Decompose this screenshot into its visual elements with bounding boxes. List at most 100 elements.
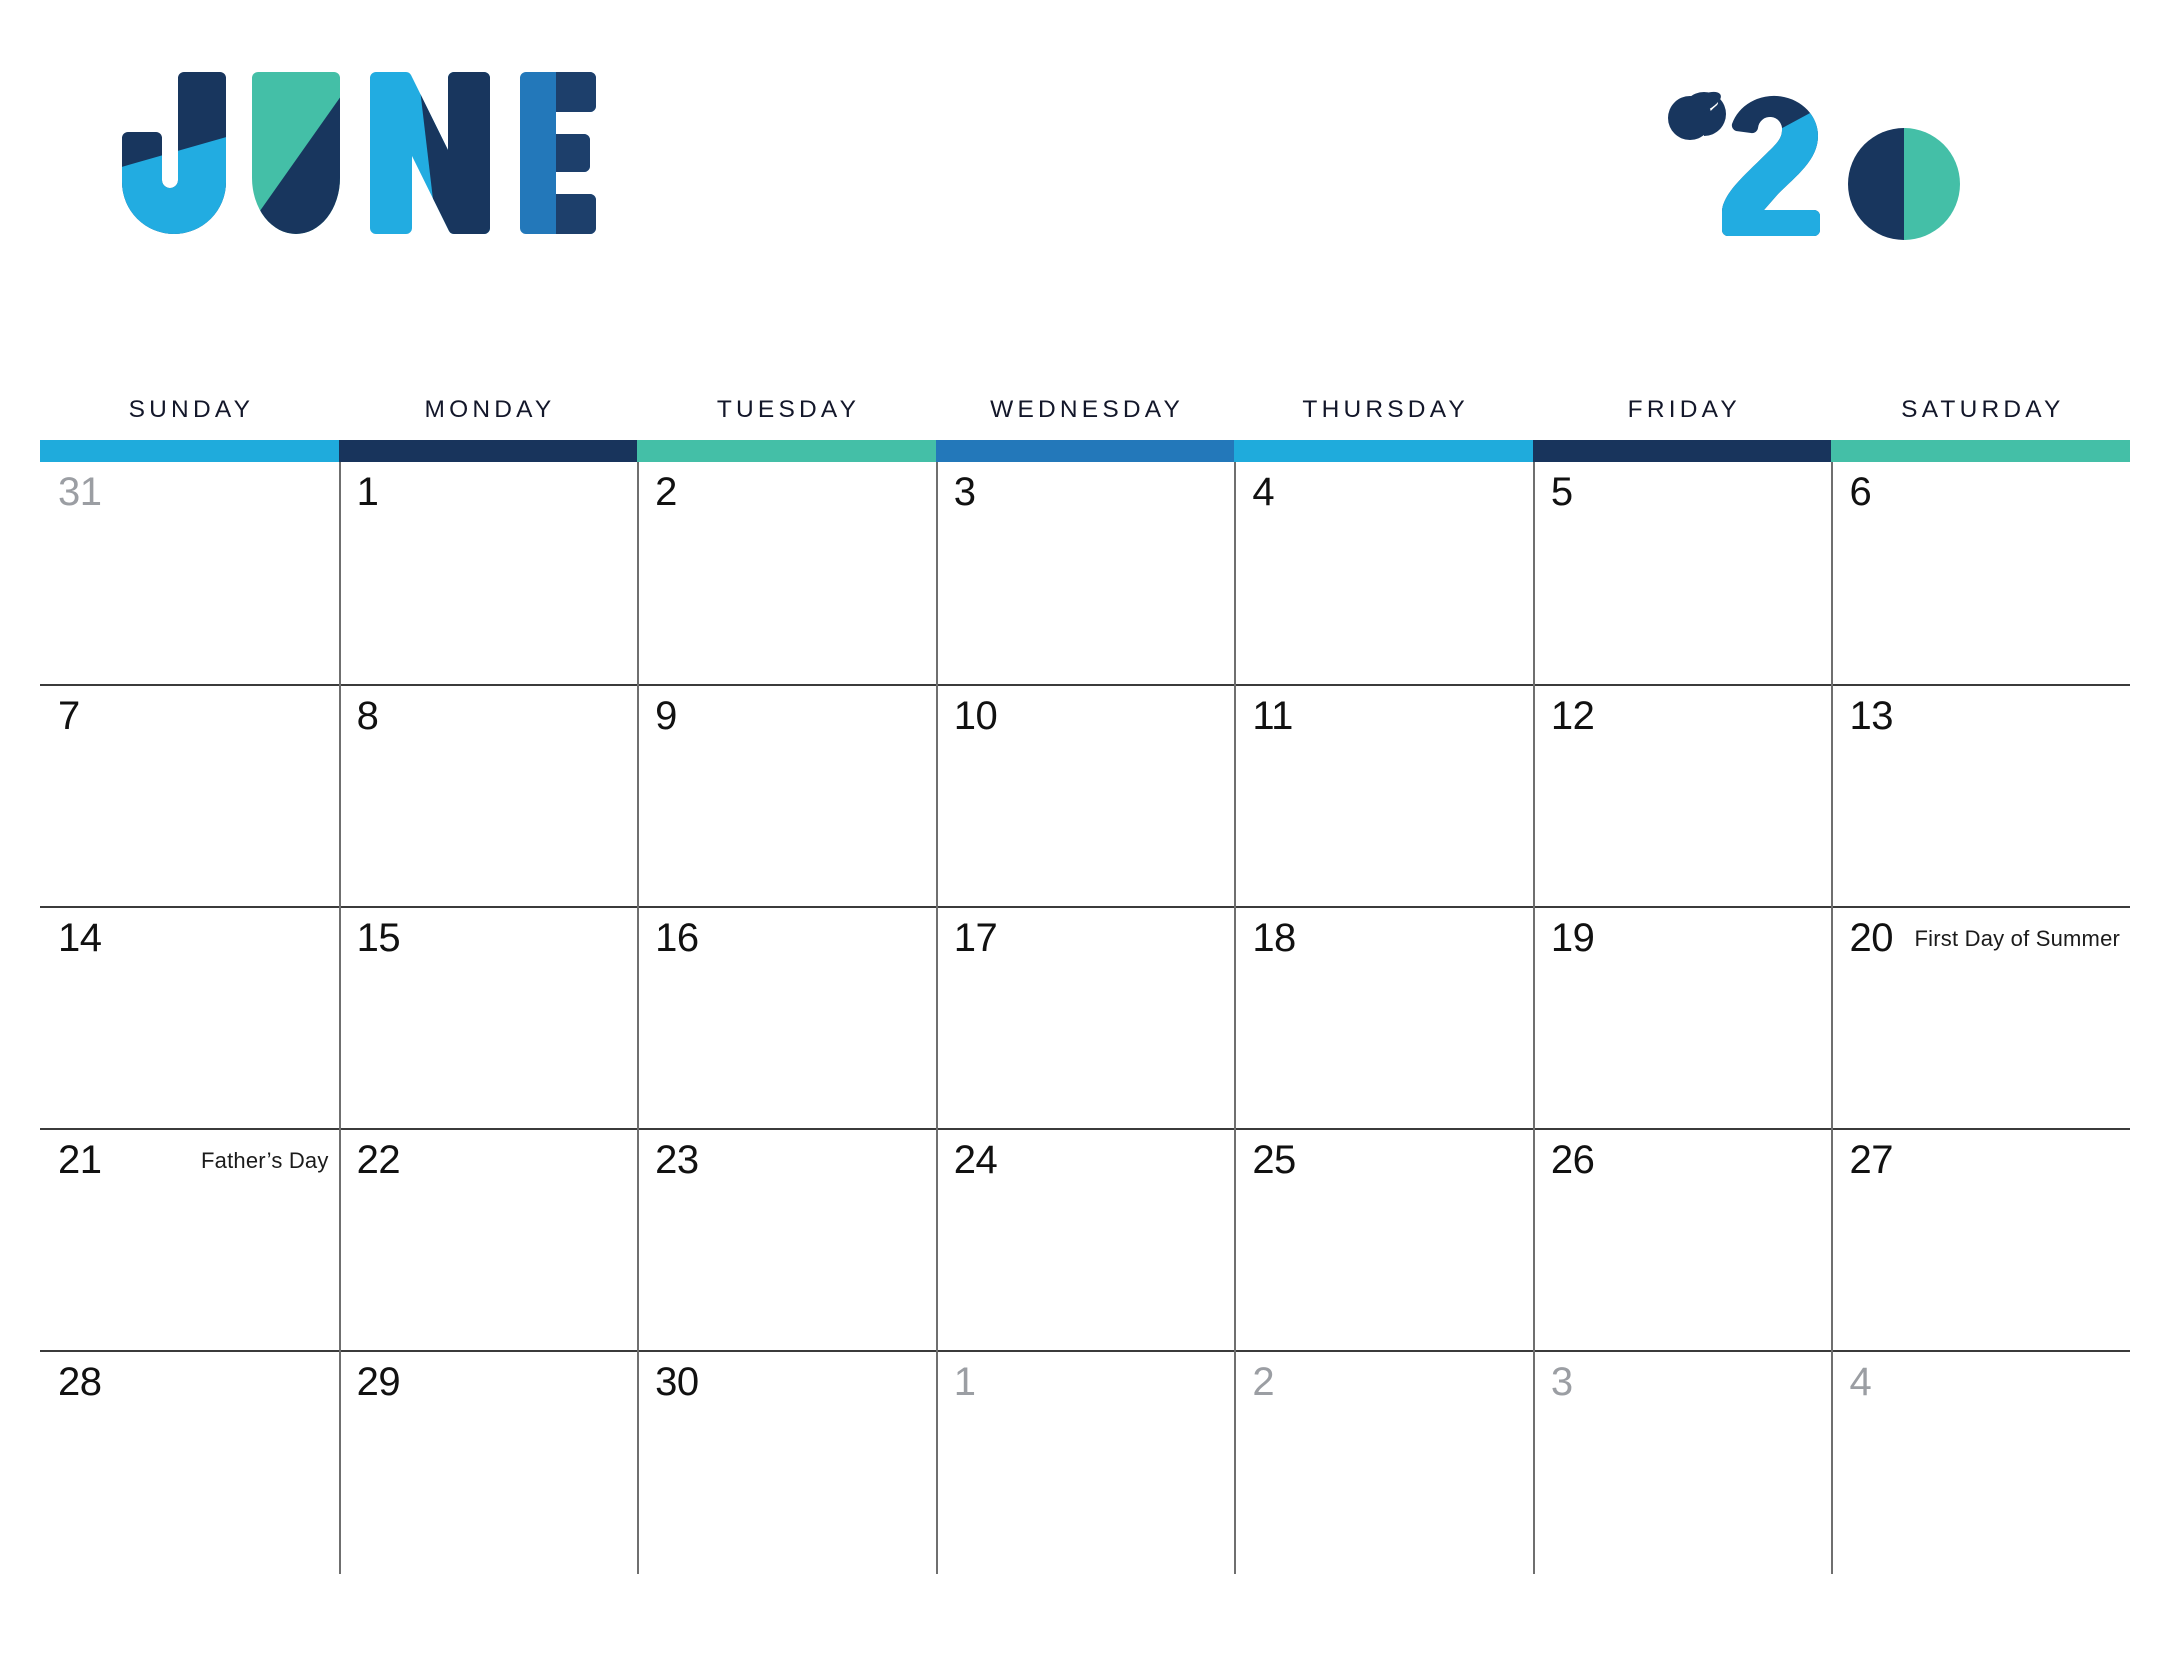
apostrophe-glyph — [1668, 91, 1726, 140]
day-cell[interactable]: 10 — [935, 658, 1235, 908]
day-number: 11 — [1252, 694, 1293, 738]
letter-N — [370, 72, 490, 234]
weekday-label-sunday: SUNDAY — [128, 396, 255, 423]
year-title-artwork — [1668, 91, 1960, 240]
day-number: 18 — [1252, 916, 1296, 960]
day-cell[interactable]: 28 — [40, 1352, 339, 1572]
day-cell[interactable]: 24 — [935, 1102, 1235, 1352]
day-number: 1 — [953, 1360, 976, 1404]
day-cell[interactable]: 29 — [338, 1324, 638, 1574]
day-number: 19 — [1550, 916, 1595, 960]
day-cell[interactable]: 7 — [40, 686, 339, 906]
year-title — [1668, 72, 1968, 247]
weekday-header-row: SUNDAY MONDAY TUESDAY WEDNESDAY THURSDAY… — [40, 396, 2130, 436]
day-number: 31 — [58, 470, 102, 514]
day-cell[interactable]: 26 — [1532, 1102, 1832, 1352]
week-row: 28 29 30 1 2 3 4 — [40, 1324, 2130, 1574]
weekday-label-tuesday: TUESDAY — [716, 396, 861, 423]
day-number: 14 — [58, 916, 102, 960]
day-event: Father’s Day — [201, 1148, 329, 1173]
color-swatch-monday — [338, 440, 638, 462]
day-number: 2 — [655, 470, 677, 514]
day-cell[interactable]: 1 — [338, 462, 638, 686]
month-title — [118, 72, 598, 247]
weekday-color-bar — [40, 440, 2131, 462]
day-cell[interactable]: 16 — [637, 880, 936, 1130]
day-number: 3 — [953, 470, 976, 514]
day-number: 10 — [953, 694, 998, 738]
weekday-label-wednesday: WEDNESDAY — [990, 396, 1185, 423]
color-swatch-thursday — [1234, 440, 1533, 462]
week-row: 14 15 16 17 18 19 20 First Day of Summer — [40, 880, 2130, 1130]
digit-0 — [1848, 128, 1960, 240]
day-cell[interactable]: 18 — [1234, 880, 1533, 1130]
day-number: 8 — [356, 694, 379, 738]
calendar-page: SUNDAY MONDAY TUESDAY WEDNESDAY THURSDAY… — [0, 0, 2176, 1664]
color-swatch-friday — [1532, 440, 1832, 462]
day-cell[interactable]: 23 — [637, 1102, 936, 1352]
day-number: 5 — [1550, 470, 1573, 514]
day-cell[interactable]: 9 — [637, 658, 936, 908]
day-number: 4 — [1252, 470, 1275, 514]
day-cell[interactable]: 20 First Day of Summer — [1831, 880, 2130, 1130]
day-number: 2 — [1252, 1360, 1275, 1404]
day-cell[interactable]: 21 Father’s Day — [40, 1130, 339, 1350]
masthead — [0, 0, 2176, 390]
day-cell[interactable]: 2 — [1234, 1324, 1533, 1574]
day-number: 26 — [1550, 1138, 1595, 1182]
day-number: 13 — [1849, 694, 1893, 738]
day-cell[interactable]: 14 — [40, 908, 339, 1128]
day-cell[interactable]: 31 — [40, 462, 339, 684]
weekday-label-thursday: THURSDAY — [1302, 396, 1469, 423]
day-cell[interactable]: 22 — [338, 1102, 638, 1352]
day-number: 6 — [1849, 470, 1872, 514]
week-row: 21 Father’s Day 22 23 24 25 26 27 — [40, 1102, 2130, 1352]
day-number: 20 — [1849, 916, 1893, 960]
day-cell[interactable]: 12 — [1532, 658, 1832, 908]
day-cell[interactable]: 25 — [1234, 1102, 1533, 1352]
weekday-label-saturday: SATURDAY — [1901, 396, 2065, 423]
day-number: 3 — [1550, 1360, 1573, 1404]
day-number: 15 — [356, 916, 401, 960]
day-number: 21 — [58, 1138, 102, 1182]
day-cell[interactable]: 15 — [338, 880, 638, 1130]
day-number: 27 — [1849, 1138, 1893, 1182]
day-cell[interactable]: 4 — [1234, 462, 1533, 686]
day-cell[interactable]: 17 — [935, 880, 1235, 1130]
letter-J — [122, 72, 226, 234]
week-row: 31 1 2 3 4 5 6 — [40, 462, 2130, 686]
day-number: 22 — [356, 1138, 401, 1182]
day-cell[interactable]: 4 — [1831, 1324, 2130, 1574]
day-number: 4 — [1849, 1360, 1872, 1404]
week-row: 7 8 9 10 11 12 13 — [40, 658, 2130, 908]
day-cell[interactable]: 3 — [935, 462, 1235, 686]
day-number: 1 — [356, 470, 379, 514]
day-cell[interactable]: 6 — [1831, 462, 2130, 686]
day-cell[interactable]: 27 — [1831, 1102, 2130, 1352]
month-title-artwork — [122, 72, 596, 234]
day-cell[interactable]: 2 — [637, 462, 936, 686]
calendar-grid: 31 1 2 3 4 5 6 7 8 9 10 11 12 13 14 15 1… — [40, 462, 2130, 1662]
day-cell[interactable]: 30 — [637, 1324, 936, 1574]
day-cell[interactable]: 5 — [1532, 462, 1832, 686]
day-cell[interactable]: 19 — [1532, 880, 1832, 1130]
day-number: 30 — [655, 1360, 699, 1404]
day-cell[interactable]: 13 — [1831, 658, 2130, 908]
color-swatch-sunday — [40, 440, 339, 462]
color-swatch-wednesday — [935, 440, 1235, 462]
day-number: 7 — [58, 694, 80, 738]
color-swatch-saturday — [1831, 440, 2131, 462]
day-cell[interactable]: 1 — [935, 1324, 1235, 1574]
day-number: 29 — [356, 1360, 401, 1404]
letter-U — [252, 72, 340, 234]
digit-2 — [1722, 95, 1820, 236]
day-cell[interactable]: 8 — [338, 658, 638, 908]
day-cell[interactable]: 3 — [1532, 1324, 1832, 1574]
day-number: 16 — [655, 916, 699, 960]
color-swatch-tuesday — [637, 440, 936, 462]
letter-E — [520, 72, 596, 234]
day-cell[interactable]: 11 — [1234, 658, 1533, 908]
day-number: 25 — [1252, 1138, 1296, 1182]
day-number: 12 — [1550, 694, 1595, 738]
day-number: 24 — [953, 1138, 998, 1182]
